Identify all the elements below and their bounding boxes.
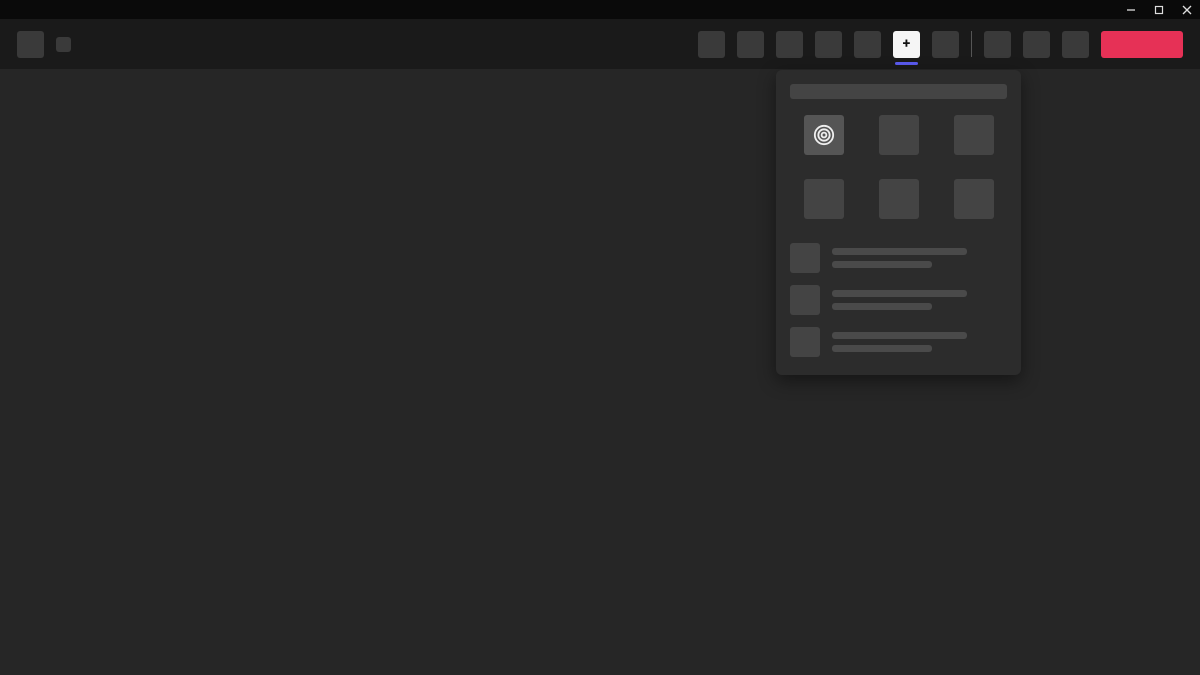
- tool-2[interactable]: Tool 2: [879, 115, 919, 155]
- list-item[interactable]: List item title 1 Subtitle 1: [790, 243, 1007, 273]
- toolbar-divider: [971, 31, 972, 57]
- primary-cta-button[interactable]: Action: [1101, 31, 1183, 58]
- nav-button-3[interactable]: Nav 3: [776, 31, 803, 58]
- extra-button-1[interactable]: Extra 1: [932, 31, 959, 58]
- list-item[interactable]: List item title 3 Subtitle 3: [790, 327, 1007, 357]
- popover-suggestion-list: List item title 1 Subtitle 1 List item t…: [790, 243, 1007, 357]
- nav-button-1[interactable]: Nav 1: [698, 31, 725, 58]
- toolbar-right: Nav 1 Nav 2 Nav 3 Nav 4 Nav 5 + Extra 1 …: [698, 31, 1183, 58]
- nav-button-5[interactable]: Nav 5: [854, 31, 881, 58]
- tool-3[interactable]: Tool 3: [954, 115, 994, 155]
- list-item-title: List item title 2: [832, 290, 967, 297]
- popover-search-input[interactable]: [790, 84, 1007, 99]
- list-item-lines: List item title 3 Subtitle 3: [832, 332, 1007, 352]
- window-close-button[interactable]: Close: [1180, 3, 1194, 17]
- list-item-subtitle: Subtitle 3: [832, 345, 932, 352]
- list-item-lines: List item title 2 Subtitle 2: [832, 290, 1007, 310]
- list-item-lines: List item title 1 Subtitle 1: [832, 248, 1007, 268]
- titlebar: Minimize Maximize Close: [0, 0, 1200, 19]
- tool-button-c[interactable]: Tool C: [1062, 31, 1089, 58]
- window-maximize-button[interactable]: Maximize: [1152, 3, 1166, 17]
- tool-4[interactable]: Tool 4: [804, 179, 844, 219]
- list-item-subtitle: Subtitle 1: [832, 261, 932, 268]
- list-item-thumb: [790, 243, 820, 273]
- nav-button-2[interactable]: Nav 2: [737, 31, 764, 58]
- list-item-title: List item title 3: [832, 332, 967, 339]
- list-item-title: List item title 1: [832, 248, 967, 255]
- tool-spiral[interactable]: Spiral: [804, 115, 844, 155]
- spiral-icon: [813, 124, 835, 146]
- list-item[interactable]: List item title 2 Subtitle 2: [790, 285, 1007, 315]
- menu-button[interactable]: Menu: [56, 37, 71, 52]
- nav-button-4[interactable]: Nav 4: [815, 31, 842, 58]
- tool-6[interactable]: Tool 6: [954, 179, 994, 219]
- app-logo[interactable]: App: [17, 31, 44, 58]
- list-item-thumb: [790, 285, 820, 315]
- add-button[interactable]: +: [893, 31, 920, 58]
- list-item-thumb: [790, 327, 820, 357]
- canvas[interactable]: Spiral Tool 2 Tool 3 Tool 4 Tool 5 Tool …: [0, 69, 1200, 675]
- list-item-subtitle: Subtitle 2: [832, 303, 932, 310]
- toolbar: App Menu Nav 1 Nav 2 Nav 3 Nav 4 Nav 5 +…: [0, 19, 1200, 69]
- plus-icon: +: [903, 37, 911, 51]
- tool-button-b[interactable]: Tool B: [1023, 31, 1050, 58]
- window-minimize-button[interactable]: Minimize: [1124, 3, 1138, 17]
- tool-5[interactable]: Tool 5: [879, 179, 919, 219]
- tool-button-a[interactable]: Tool A: [984, 31, 1011, 58]
- popover-tool-grid: Spiral Tool 2 Tool 3 Tool 4 Tool 5 Tool …: [790, 115, 1007, 219]
- toolbar-left: App Menu: [17, 31, 71, 58]
- add-popover: Spiral Tool 2 Tool 3 Tool 4 Tool 5 Tool …: [776, 70, 1021, 375]
